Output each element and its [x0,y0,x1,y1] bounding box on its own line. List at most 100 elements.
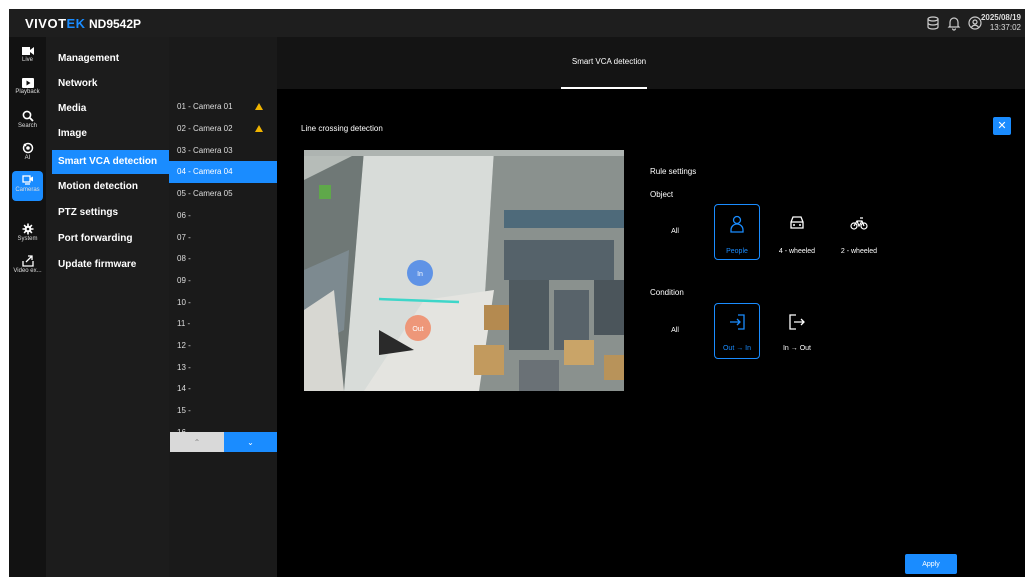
camera-item-label: 09 - [177,276,191,285]
gear-icon [22,223,33,235]
menu-item-media[interactable]: Media [52,97,169,121]
vivotek-logo: VIVOTEK [25,16,86,31]
camera-item-label: 05 - Camera 05 [177,189,233,198]
camera-item[interactable]: 01 - Camera 01 [169,96,277,118]
nav-playback-label: Playback [15,89,40,95]
date-text: 2025/08/19 [980,13,1021,22]
nav-video-export-label: Video ex... [13,268,42,274]
object-4-wheeled-label[interactable]: 4 - wheeled [767,248,827,255]
export-icon [21,255,34,267]
camera-item-label: 02 - Camera 02 [177,124,233,133]
apply-button[interactable]: Apply [905,554,957,574]
camera-item[interactable]: 03 - Camera 03 [169,140,277,162]
in-zone-label: In [417,271,423,278]
camera-item-selected[interactable]: 04 - Camera 04 [169,161,277,183]
camera-item[interactable]: 10 - [169,292,277,314]
bicycle-icon[interactable] [850,216,868,230]
ai-icon [22,142,33,154]
nav-video-export[interactable]: Video ex... [12,252,43,282]
out-zone-label: Out [412,326,423,333]
camera-item-label: 07 - [177,233,191,242]
object-title: Object [650,190,674,199]
object-all-option[interactable]: All [645,228,705,235]
live-camera-icon [21,47,34,55]
device-model: ND9542P [89,17,142,31]
camera-item[interactable]: 12 - [169,335,277,357]
nav-search[interactable]: Search [12,107,43,137]
camera-item[interactable]: 07 - [169,227,277,249]
camera-item[interactable]: 08 - [169,248,277,270]
camera-item[interactable]: 02 - Camera 02 [169,118,277,140]
search-icon [22,110,34,122]
playback-icon [21,78,34,88]
camera-item-label: 08 - [177,254,191,263]
camera-item-label: 10 - [177,298,191,307]
camera-item[interactable]: 13 - [169,357,277,379]
camera-item-label: 11 - [177,319,191,328]
warning-icon [255,125,263,132]
menu-item-management[interactable]: Management [52,47,169,71]
object-2-wheeled-label[interactable]: 2 - wheeled [829,248,889,255]
nav-ai-label: AI [24,155,31,161]
menu-item-port-forwarding[interactable]: Port forwarding [52,227,169,251]
camera-item[interactable]: 05 - Camera 05 [169,183,277,205]
condition-title: Condition [650,288,684,297]
camera-item-label: 03 - Camera 03 [177,146,233,155]
camera-item[interactable]: 14 - [169,378,277,400]
nav-system-label: System [17,236,38,242]
tab-smart-vca-detection[interactable]: Smart VCA detection [559,57,659,66]
menu-item-network[interactable]: Network [52,72,169,96]
camera-item[interactable]: 15 - [169,400,277,422]
nav-system[interactable]: System [12,220,43,250]
enter-icon [730,314,745,330]
nav-ai[interactable]: AI [12,139,43,169]
database-icon[interactable] [925,15,941,31]
camera-preview-image: In Out [304,150,624,391]
camera-item-label: 13 - [177,363,191,372]
camera-list: 01 - Camera 01 02 - Camera 02 03 - Camer… [169,37,277,577]
nav-live-label: Live [21,57,33,63]
menu-item-image[interactable]: Image [52,122,169,146]
camera-preview[interactable]: In Out [304,150,624,391]
cameras-icon [21,175,33,185]
bell-icon[interactable] [946,15,962,31]
camera-list-next-button[interactable]: ⌄ [224,432,277,452]
camera-list-prev-button[interactable]: ⌃ [170,432,224,452]
condition-in-out-label[interactable]: In → Out [767,345,827,352]
person-icon [730,215,744,233]
nav-live[interactable]: Live [12,43,43,73]
camera-item-label: 04 - Camera 04 [177,167,233,176]
top-bar: VIVOTEK ND9542P 2025/08/19 13:37:02 [9,9,1025,37]
camera-item[interactable]: 11 - [169,313,277,335]
car-icon[interactable] [789,216,805,230]
condition-all-option[interactable]: All [645,327,705,334]
menu-item-ptz-settings[interactable]: PTZ settings [52,201,169,225]
nav-cameras[interactable]: Cameras [12,171,43,201]
detection-settings-panel: Line crossing detection ✕ In Out Rule se… [277,89,1025,577]
nav-cameras-label: Cameras [15,187,40,193]
date-time: 2025/08/19 13:37:02 [981,13,1021,33]
condition-out-in-label: Out → In [722,345,751,352]
warning-icon [255,103,263,110]
main-nav: Live Playback Search AI Cameras System V… [9,37,46,577]
camera-item-label: 15 - [177,406,191,415]
rule-settings-title: Rule settings [650,167,697,176]
menu-item-motion-detection[interactable]: Motion detection [52,175,169,199]
exit-icon[interactable] [789,314,805,330]
object-people-label: People [726,248,748,255]
camera-item-label: 01 - Camera 01 [177,102,233,111]
menu-item-update-firmware[interactable]: Update firmware [52,253,169,277]
nav-search-label: Search [17,123,37,129]
camera-item-label: 06 - [177,211,191,220]
nav-playback[interactable]: Playback [12,75,43,105]
time-text: 13:37:02 [989,23,1021,32]
app-window: VIVOTEK ND9542P 2025/08/19 13:37:02 Live… [9,9,1025,577]
camera-item[interactable]: 09 - [169,270,277,292]
camera-item-label: 14 - [177,384,191,393]
camera-item-label: 12 - [177,341,191,350]
tab-bar: Smart VCA detection [277,37,1025,89]
menu-item-smart-vca-detection[interactable]: Smart VCA detection [52,150,169,174]
section-title: Line crossing detection [301,124,383,133]
close-button[interactable]: ✕ [993,117,1011,135]
camera-item[interactable]: 06 - [169,205,277,227]
